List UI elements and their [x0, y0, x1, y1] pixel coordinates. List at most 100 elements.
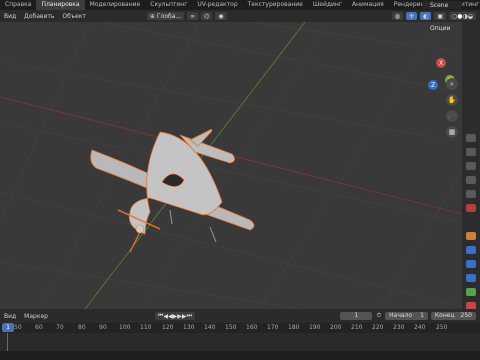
properties-tab-strip [462, 22, 480, 310]
orientation-value: Глоба... [156, 12, 182, 20]
tab-layout[interactable]: Планировка [36, 0, 85, 10]
perspective-icon[interactable]: ▦ [446, 126, 458, 138]
gizmo-icon: ✣ [409, 12, 415, 20]
snap-button[interactable]: ⌬ [201, 12, 213, 20]
scene-name: Scene [430, 1, 449, 9]
menu-object[interactable]: Объект [58, 13, 89, 20]
viewport-header: Вид Добавить Объект ⊕ Глоба... ∞ ⌬ ◉ ◍ ✣… [0, 10, 480, 22]
menu-add[interactable]: Добавить [20, 13, 58, 20]
snap-icon: ⌬ [204, 12, 210, 20]
stopwatch-icon[interactable]: ⏱ [376, 312, 381, 320]
ruler-tick: 170 [267, 324, 279, 331]
spinner [135, 224, 145, 234]
playback-controls[interactable]: ⏮ ◀◀ ▶ ▶▶ ⏭ [154, 312, 195, 320]
tab-texture-paint[interactable]: Текстурирование [243, 0, 308, 10]
ruler-tick: 120 [162, 324, 174, 331]
object-icon[interactable] [466, 232, 476, 240]
timeline-menu-view[interactable]: Вид [0, 313, 20, 320]
current-frame-field[interactable]: 1 [340, 312, 373, 320]
globe-icon: ⊕ [149, 12, 155, 20]
render-icon[interactable] [466, 148, 476, 156]
ruler-tick: 80 [78, 324, 86, 331]
ruler-tick: 190 [309, 324, 321, 331]
playhead-line [7, 333, 8, 351]
timeline-track-area[interactable] [0, 333, 480, 351]
start-value: 1 [420, 312, 424, 319]
options-button[interactable]: Опции [430, 25, 451, 32]
visibility-button[interactable]: ◍ [391, 12, 404, 20]
camera-icon[interactable]: 🎥 [446, 110, 458, 122]
scene-icon[interactable] [466, 190, 476, 198]
modifier-icon[interactable] [466, 246, 476, 254]
tool-icon[interactable] [466, 134, 476, 142]
ruler-tick: 250 [436, 324, 448, 331]
viewport-canvas[interactable]: X Y Z [0, 22, 462, 309]
pivot-button[interactable]: ∞ [187, 12, 199, 20]
zoom-icon[interactable]: ⌕ [446, 78, 458, 90]
ruler-tick: 70 [56, 324, 64, 331]
end-label: Конец [434, 312, 455, 319]
menu-view[interactable]: Вид [0, 13, 20, 20]
ruler-tick: 180 [288, 324, 300, 331]
end-frame-field[interactable]: Конец 250 [430, 312, 476, 320]
end-value: 250 [460, 312, 472, 319]
ruler-tick: 160 [246, 324, 258, 331]
proportional-icon: ◉ [218, 12, 224, 20]
world-icon[interactable] [466, 204, 476, 212]
tab-shading[interactable]: Шейдинг [308, 0, 347, 10]
view-layer-icon[interactable] [466, 176, 476, 184]
proportional-button[interactable]: ◉ [215, 12, 227, 20]
shading-render-icon: ◒ [467, 12, 473, 20]
hand-icon[interactable]: ✋ [446, 94, 458, 106]
ruler-tick: 100 [119, 324, 131, 331]
landing-gear [209, 226, 217, 243]
ruler-tick: 50 [14, 324, 22, 331]
timeline-ruler[interactable]: 1 50 60 70 80 90 100 110 120 130 140 150… [0, 323, 480, 333]
tab-help[interactable]: Справка [0, 0, 36, 10]
gizmo-z-label: Z [431, 82, 435, 89]
ruler-tick: 210 [351, 324, 363, 331]
overlay-toggle[interactable]: ◐ [420, 12, 432, 20]
tab-animation[interactable]: Анимация [347, 0, 389, 10]
tab-modeling[interactable]: Моделирование [85, 0, 146, 10]
link-icon: ∞ [190, 12, 196, 20]
current-frame-marker[interactable]: 1 [2, 323, 14, 332]
timeline-header: Вид Маркер ⏮ ◀◀ ▶ ▶▶ ⏭ 1 ⏱ Начало 1 Коне… [0, 309, 480, 323]
eye-icon: ◍ [394, 12, 401, 20]
propeller-blade [129, 231, 141, 253]
start-frame-field[interactable]: Начало 1 [385, 312, 428, 320]
overlay-icon: ◐ [423, 12, 429, 20]
xray-toggle[interactable]: ▣ [434, 12, 446, 20]
output-icon[interactable] [466, 162, 476, 170]
ruler-tick: 60 [35, 324, 43, 331]
ruler-tick: 140 [204, 324, 216, 331]
shading-modes[interactable]: ○ ● ◑ ◒ [449, 12, 476, 20]
ruler-tick: 110 [140, 324, 152, 331]
particles-icon[interactable] [466, 260, 476, 268]
status-bar [0, 351, 480, 360]
3d-viewport[interactable]: X Y Z Опции ⌕ ✋ 🎥 ▦ [0, 22, 462, 309]
gizmo-x-label: X [439, 60, 443, 67]
landing-gear [169, 209, 173, 225]
gizmo-toggle[interactable]: ✣ [406, 12, 418, 20]
ruler-tick: 200 [330, 324, 342, 331]
jump-end-icon[interactable]: ⏭ [186, 312, 191, 320]
tab-sculpting[interactable]: Скульптинг [145, 0, 192, 10]
ruler-tick: 230 [393, 324, 405, 331]
ruler-tick: 240 [414, 324, 426, 331]
tab-uv-editing[interactable]: UV-редактор [192, 0, 242, 10]
ruler-tick: 90 [99, 324, 107, 331]
orientation-dropdown[interactable]: ⊕ Глоба... [146, 12, 185, 20]
ruler-tick: 150 [225, 324, 237, 331]
ruler-tick: 130 [183, 324, 195, 331]
constraints-icon[interactable] [466, 288, 476, 296]
airplane-model[interactable] [90, 128, 255, 253]
scene-selector[interactable]: Scene [422, 1, 462, 9]
start-label: Начало [389, 312, 413, 319]
next-keyframe-icon[interactable]: ▶▶ [177, 313, 186, 320]
physics-icon[interactable] [466, 274, 476, 282]
workspace-tabs-bar: Справка Планировка Моделирование Скульпт… [0, 0, 480, 10]
prev-keyframe-icon[interactable]: ◀◀ [163, 313, 172, 320]
timeline-menu-marker[interactable]: Маркер [20, 313, 52, 320]
floor-grid [0, 22, 462, 309]
